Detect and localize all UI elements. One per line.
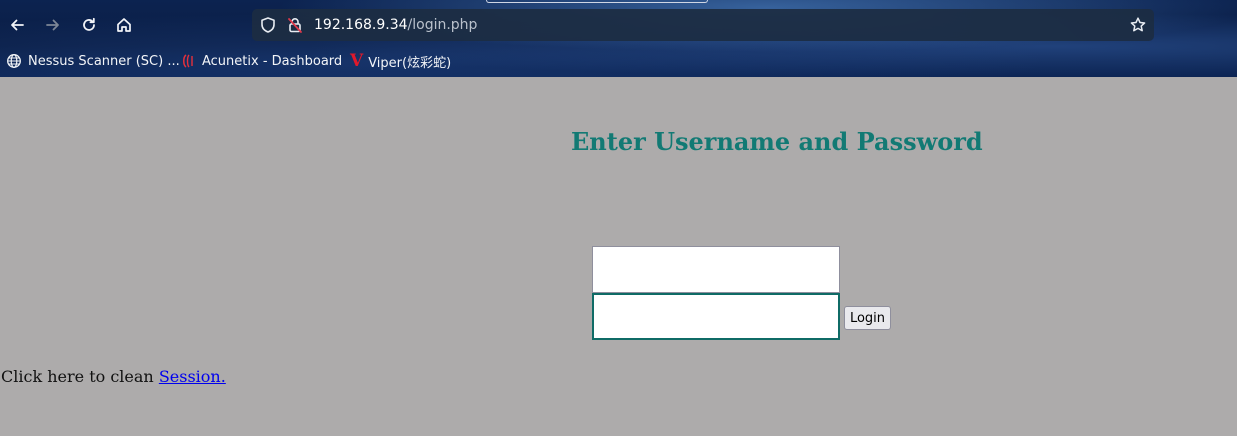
url-host: 192.168.9.34 (314, 17, 408, 33)
forward-button[interactable] (40, 12, 66, 38)
url-text[interactable]: 192.168.9.34/login.php (314, 16, 477, 34)
forward-arrow-icon (46, 19, 59, 31)
viper-icon: V (350, 51, 364, 71)
login-page: Enter Username and Password Login Click … (0, 77, 1237, 436)
url-path: /login.php (407, 17, 478, 33)
bookmarks-toolbar: Nessus Scanner (SC) ... Acunetix - Dashb… (0, 49, 1237, 73)
bookmark-viper[interactable]: V Viper(炫彩蛇) (350, 51, 451, 71)
clean-session-line: Click here to clean Session. (1, 367, 226, 386)
password-input[interactable] (592, 293, 840, 340)
back-arrow-icon (11, 19, 24, 31)
acunetix-icon (183, 54, 193, 68)
bookmark-label: Viper(炫彩蛇) (368, 55, 452, 71)
home-button[interactable] (111, 12, 137, 38)
back-button[interactable] (4, 12, 30, 38)
active-tab-edge (486, 0, 708, 3)
login-button[interactable]: Login (844, 306, 891, 330)
insecure-lock-icon[interactable] (286, 16, 304, 34)
reload-button[interactable] (76, 12, 102, 38)
bookmark-label: Acunetix - Dashboard (202, 53, 343, 69)
home-icon (117, 18, 131, 32)
clean-session-text: Click here to clean (1, 367, 159, 386)
bookmark-label: Nessus Scanner (SC) ... (28, 53, 180, 69)
url-bar[interactable]: 192.168.9.34/login.php (252, 9, 1154, 41)
bookmark-star-icon[interactable] (1129, 16, 1147, 34)
page-title: Enter Username and Password (571, 127, 983, 156)
bookmark-acunetix[interactable]: Acunetix - Dashboard (180, 51, 342, 71)
tracking-protection-shield-icon[interactable] (259, 16, 277, 34)
username-input[interactable] (592, 246, 840, 293)
bookmark-nessus[interactable]: Nessus Scanner (SC) ... (6, 51, 180, 71)
session-link[interactable]: Session. (159, 367, 226, 386)
reload-icon (83, 17, 95, 31)
globe-icon (7, 54, 21, 68)
browser-chrome: 192.168.9.34/login.php Nessus Scanner (S… (0, 0, 1237, 77)
